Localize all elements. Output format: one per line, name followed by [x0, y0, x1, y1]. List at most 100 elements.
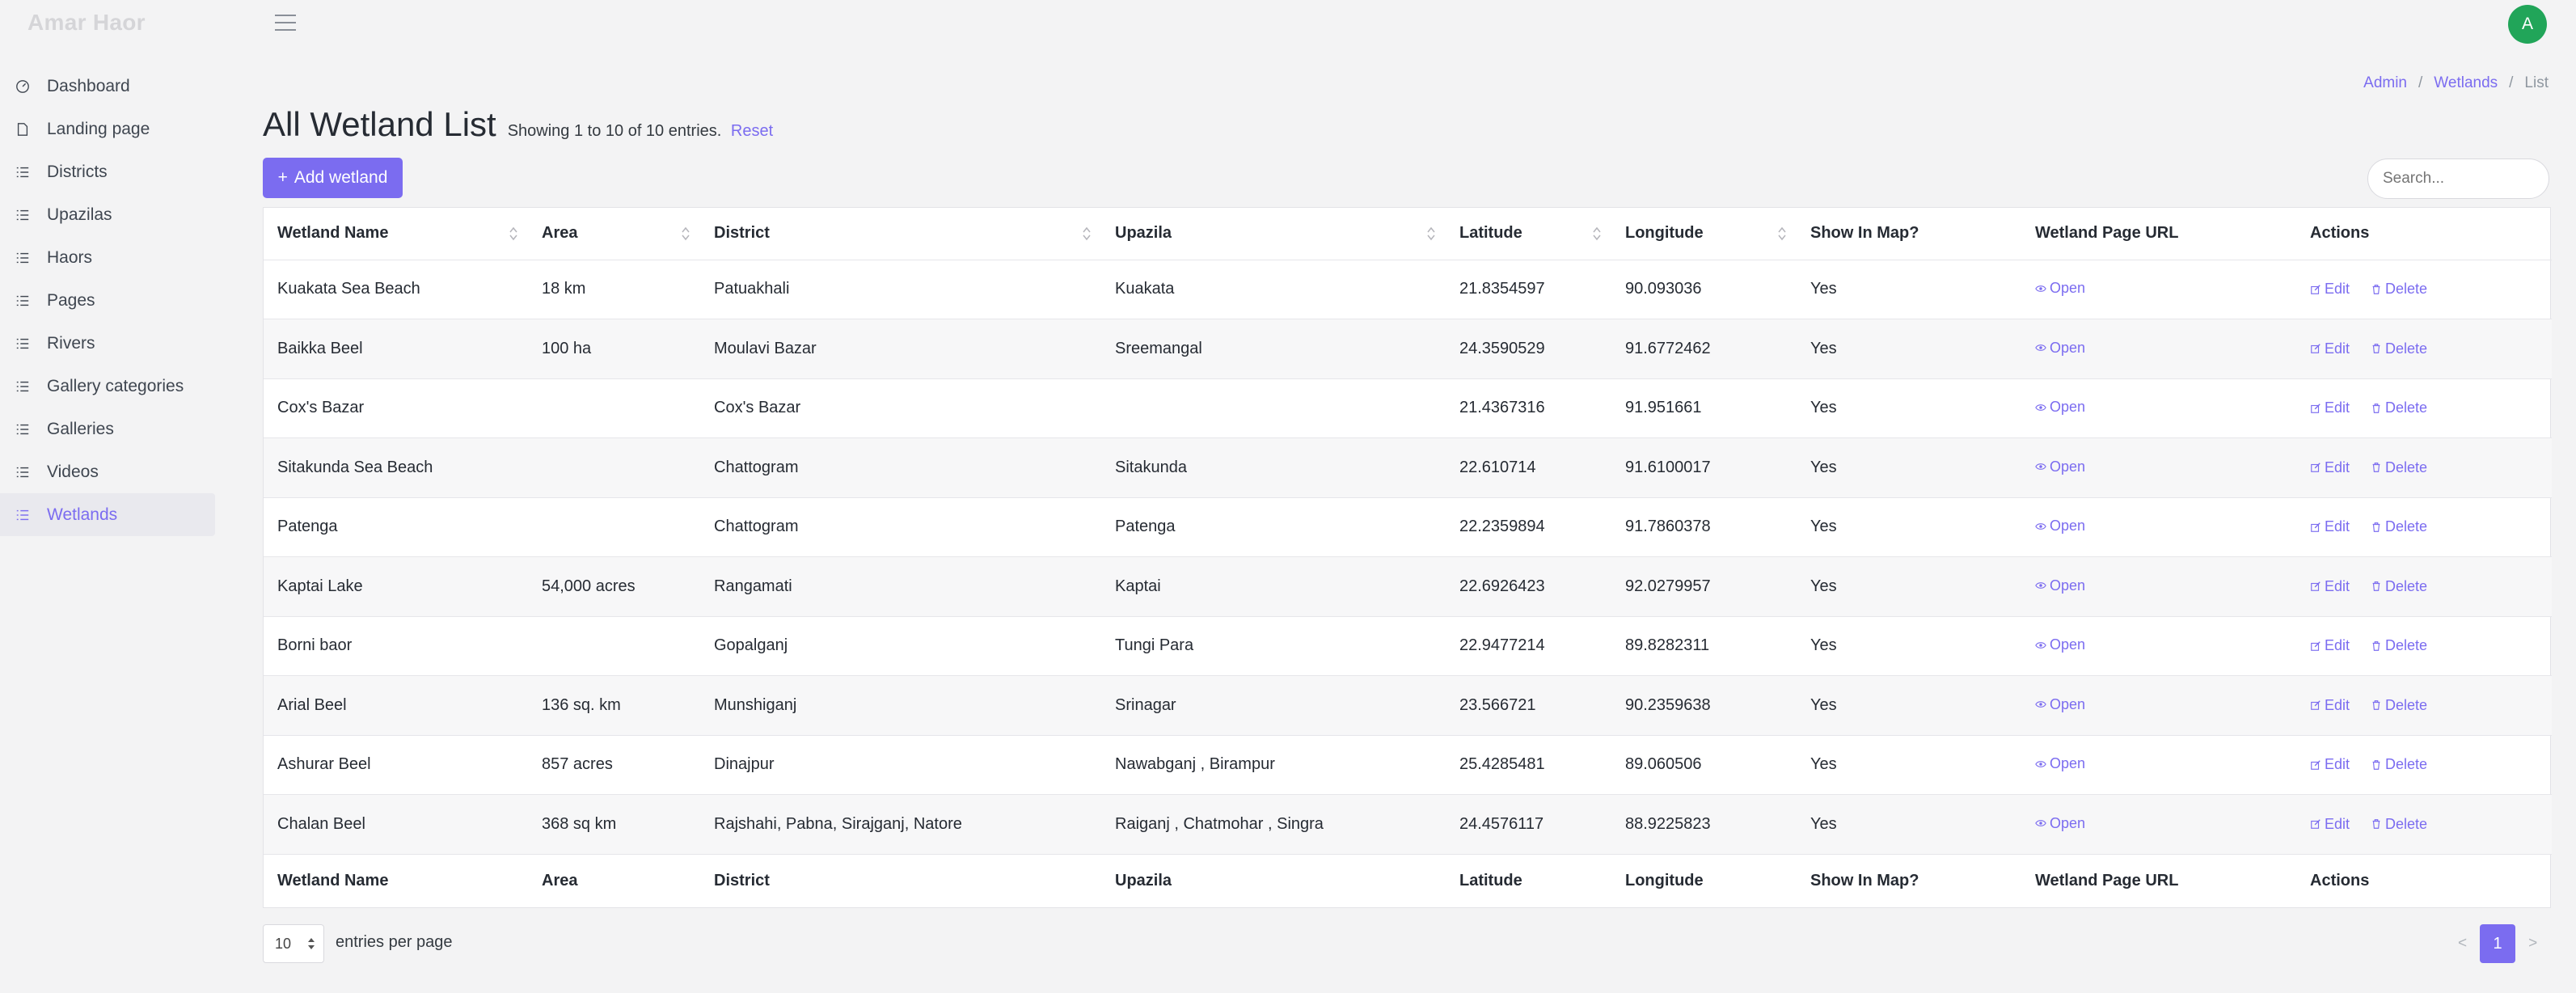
- table-row: Sitakunda Sea Beach Chattogram Sitakunda 22…: [264, 437, 2552, 497]
- edit-button[interactable]: Edit: [2310, 459, 2350, 476]
- list-icon: [15, 207, 31, 223]
- open-link[interactable]: Open: [2035, 815, 2085, 832]
- open-link[interactable]: Open: [2035, 399, 2085, 416]
- page-1-button[interactable]: 1: [2480, 924, 2516, 963]
- edit-button[interactable]: Edit: [2310, 340, 2350, 357]
- sidebar-item-wetlands[interactable]: Wetlands: [0, 493, 215, 536]
- latitude-cell: 22.6926423: [1446, 556, 1611, 616]
- sidebar-item-rivers[interactable]: Rivers: [0, 322, 215, 365]
- open-link[interactable]: Open: [2035, 518, 2085, 535]
- longitude-cell: 88.9225823: [1611, 794, 1797, 854]
- page-url-cell: Open: [2021, 259, 2296, 319]
- sort-icon[interactable]: [1426, 226, 1436, 241]
- edit-icon: [2311, 522, 2321, 532]
- prev-page-button[interactable]: <: [2458, 935, 2467, 953]
- upazila-cell: Kuakata: [1101, 259, 1446, 319]
- open-link[interactable]: Open: [2035, 636, 2085, 653]
- column-header: Show In Map?: [1797, 208, 2021, 260]
- delete-button[interactable]: Delete: [2371, 281, 2427, 298]
- edit-label: Edit: [2325, 637, 2350, 654]
- reset-link[interactable]: Reset: [731, 122, 773, 140]
- page-title: All Wetland List: [263, 105, 496, 143]
- edit-label: Edit: [2325, 281, 2350, 298]
- delete-button[interactable]: Delete: [2371, 340, 2427, 357]
- column-header[interactable]: Longitude: [1611, 208, 1797, 260]
- edit-icon: [2311, 700, 2321, 711]
- open-link[interactable]: Open: [2035, 696, 2085, 713]
- area-cell: 54,000 acres: [528, 556, 700, 616]
- longitude-cell: 90.093036: [1611, 259, 1797, 319]
- delete-button[interactable]: Delete: [2371, 756, 2427, 773]
- column-footer: Actions: [2296, 853, 2552, 907]
- edit-button[interactable]: Edit: [2310, 518, 2350, 535]
- sort-icon[interactable]: [681, 226, 690, 241]
- add-wetland-button[interactable]: + Add wetland: [263, 158, 403, 198]
- eye-icon: [2035, 285, 2046, 292]
- open-link[interactable]: Open: [2035, 755, 2085, 772]
- page-url-cell: Open: [2021, 615, 2296, 676]
- column-header[interactable]: Area: [528, 208, 700, 260]
- longitude-cell: 89.060506: [1611, 734, 1797, 795]
- delete-button[interactable]: Delete: [2371, 518, 2427, 535]
- edit-button[interactable]: Edit: [2310, 637, 2350, 654]
- per-page-value: 10: [275, 935, 292, 952]
- per-page-select[interactable]: 10: [263, 924, 324, 963]
- sidebar-item-label: Haors: [47, 247, 93, 267]
- table-row: Borni baor Gopalganj Tungi Para 22.9477214 8…: [264, 615, 2552, 676]
- sidebar-item-districts[interactable]: Districts: [0, 150, 215, 193]
- longitude-cell: 91.7860378: [1611, 496, 1797, 557]
- delete-button[interactable]: Delete: [2371, 637, 2427, 654]
- sidebar-item-gallery-categories[interactable]: Gallery categories: [0, 365, 215, 408]
- menu-toggle-icon[interactable]: [275, 15, 296, 32]
- column-header[interactable]: Wetland Name: [264, 208, 528, 260]
- edit-button[interactable]: Edit: [2310, 281, 2350, 298]
- column-header[interactable]: District: [700, 208, 1101, 260]
- edit-button[interactable]: Edit: [2310, 697, 2350, 714]
- edit-button[interactable]: Edit: [2310, 756, 2350, 773]
- sort-icon[interactable]: [1592, 226, 1602, 241]
- sort-icon[interactable]: [1082, 226, 1092, 241]
- sidebar-item-haors[interactable]: Haors: [0, 236, 215, 279]
- actions-cell: Edit Delete: [2296, 378, 2552, 438]
- breadcrumb-wetlands[interactable]: Wetlands: [2434, 74, 2498, 92]
- sidebar-item-upazilas[interactable]: Upazilas: [0, 193, 215, 236]
- show-in-map-cell: Yes: [1797, 259, 2021, 319]
- open-label: Open: [2050, 636, 2086, 653]
- actions-cell: Edit Delete: [2296, 794, 2552, 854]
- sidebar-item-videos[interactable]: Videos: [0, 450, 215, 493]
- edit-button[interactable]: Edit: [2310, 399, 2350, 416]
- eye-icon: [2035, 701, 2046, 708]
- district-cell: Rajshahi, Pabna, Sirajganj, Natore: [700, 794, 1101, 854]
- edit-button[interactable]: Edit: [2310, 578, 2350, 595]
- eye-icon: [2035, 522, 2046, 530]
- breadcrumb-admin[interactable]: Admin: [2363, 74, 2407, 92]
- column-header[interactable]: Upazila: [1101, 208, 1446, 260]
- open-link[interactable]: Open: [2035, 340, 2085, 357]
- brand-logo[interactable]: Amar Haor: [27, 10, 146, 36]
- avatar[interactable]: A: [2508, 5, 2547, 44]
- delete-button[interactable]: Delete: [2371, 578, 2427, 595]
- sort-icon[interactable]: [509, 226, 518, 241]
- delete-button[interactable]: Delete: [2371, 697, 2427, 714]
- show-in-map-cell: Yes: [1797, 319, 2021, 378]
- sidebar-item-galleries[interactable]: Galleries: [0, 408, 215, 450]
- sidebar-item-pages[interactable]: Pages: [0, 279, 215, 322]
- delete-button[interactable]: Delete: [2371, 459, 2427, 476]
- edit-button[interactable]: Edit: [2310, 816, 2350, 833]
- open-link[interactable]: Open: [2035, 458, 2085, 475]
- sort-icon[interactable]: [1777, 226, 1787, 241]
- table-row: Chalan Beel 368 sq km Rajshahi, Pabna, Sir…: [264, 794, 2552, 854]
- open-link[interactable]: Open: [2035, 280, 2085, 297]
- search-input[interactable]: [2367, 158, 2549, 199]
- column-header[interactable]: Latitude: [1446, 208, 1611, 260]
- column-footer-label: Show In Map?: [1810, 871, 1919, 889]
- open-link[interactable]: Open: [2035, 577, 2085, 594]
- delete-button[interactable]: Delete: [2371, 816, 2427, 833]
- wetland-name-cell: Patenga: [264, 496, 528, 557]
- sidebar-item-landing-page[interactable]: Landing page: [0, 108, 215, 150]
- delete-button[interactable]: Delete: [2371, 399, 2427, 416]
- sidebar-item-dashboard[interactable]: Dashboard: [0, 65, 215, 108]
- next-page-button[interactable]: >: [2528, 935, 2537, 953]
- delete-label: Delete: [2385, 756, 2428, 773]
- column-header: Actions: [2296, 208, 2552, 260]
